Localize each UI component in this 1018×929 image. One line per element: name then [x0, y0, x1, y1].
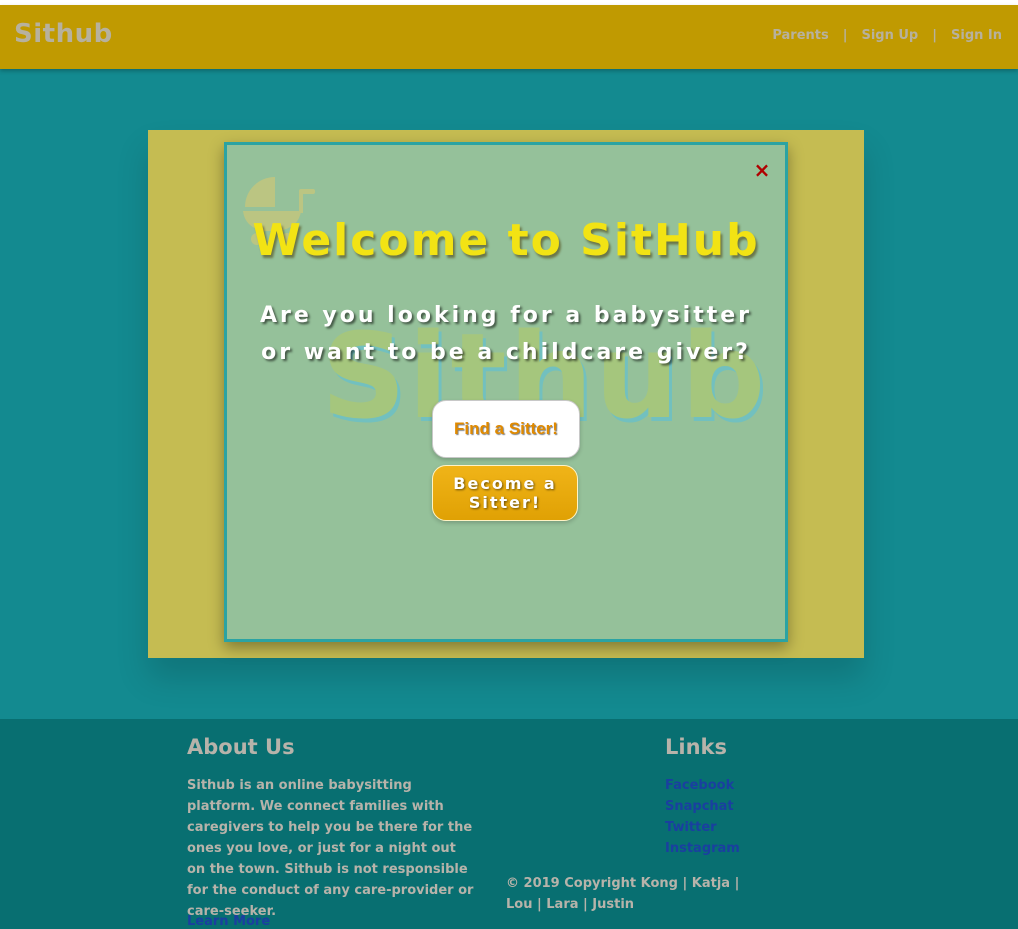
find-sitter-button[interactable]: Find a Sitter! — [432, 400, 580, 458]
nav-sign-up-link[interactable]: Sign Up — [861, 28, 918, 43]
social-links-list: Facebook Snapchat Twitter Instagram — [665, 775, 740, 859]
nav-separator: | — [842, 28, 848, 43]
snapchat-link[interactable]: Snapchat — [665, 799, 734, 814]
modal-title: Welcome to SitHub — [252, 215, 760, 266]
about-text: Sithub is an online babysitting platform… — [187, 778, 474, 919]
facebook-link[interactable]: Facebook — [665, 778, 734, 793]
list-item: Snapchat — [665, 796, 740, 817]
instagram-link[interactable]: Instagram — [665, 841, 740, 856]
list-item: Facebook — [665, 775, 740, 796]
nav-links: Parents | Sign Up | Sign In — [772, 28, 1002, 43]
nav-parents-link[interactable]: Parents — [772, 28, 828, 43]
navbar: Sithub Parents | Sign Up | Sign In — [0, 5, 1018, 69]
list-item: Instagram — [665, 838, 740, 859]
become-sitter-button[interactable]: Become a Sitter! — [432, 465, 578, 521]
close-icon[interactable]: × — [751, 159, 773, 181]
nav-sign-in-link[interactable]: Sign In — [951, 28, 1002, 43]
nav-separator: | — [932, 28, 937, 43]
learn-more-link[interactable]: Learn More — [187, 914, 270, 929]
links-heading: Links — [665, 735, 727, 759]
brand-logo[interactable]: Sithub — [14, 19, 113, 49]
twitter-link[interactable]: Twitter — [665, 820, 717, 835]
modal-subtitle: Are you looking for a babysitter or want… — [259, 303, 753, 365]
list-item: Twitter — [665, 817, 740, 838]
about-heading: About Us — [187, 735, 295, 759]
welcome-modal: Sithub × Welcome to SitHub Are you looki… — [224, 142, 788, 642]
footer: About Us Sithub is an online babysitting… — [0, 719, 1018, 929]
copyright-text: © 2019 Copyright Kong | Katja | Lou | La… — [506, 876, 740, 912]
